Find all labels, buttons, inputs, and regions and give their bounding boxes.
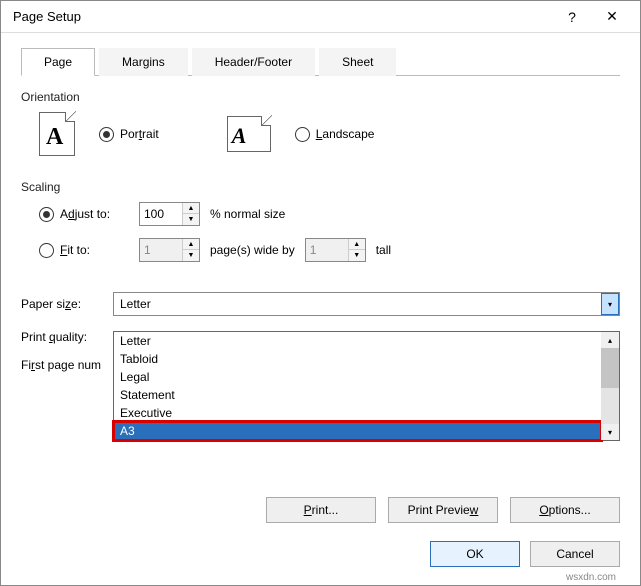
scaling-label: Scaling — [21, 180, 620, 194]
fit-to-radio[interactable]: Fit to: — [39, 243, 129, 258]
print-button[interactable]: Print... — [266, 497, 376, 523]
tab-header-footer[interactable]: Header/Footer — [192, 48, 315, 76]
spinner-buttons[interactable]: ▲▼ — [182, 239, 199, 261]
adjust-to-suffix: % normal size — [210, 207, 285, 221]
chevron-down-icon[interactable]: ▾ — [601, 424, 619, 440]
paper-size-label: Paper size: — [21, 297, 113, 311]
list-item[interactable]: Statement — [114, 386, 601, 404]
cancel-button[interactable]: Cancel — [530, 541, 620, 567]
close-button[interactable]: ✕ — [592, 2, 632, 32]
tab-bar: Page Margins Header/Footer Sheet — [21, 47, 620, 76]
ok-button[interactable]: OK — [430, 541, 520, 567]
orientation-label: Orientation — [21, 90, 620, 104]
print-preview-button[interactable]: Print Preview — [388, 497, 498, 523]
chevron-up-icon[interactable]: ▴ — [601, 332, 619, 348]
portrait-icon: A — [39, 112, 75, 156]
landscape-icon: A — [227, 116, 271, 152]
paper-size-dropdown: Letter Tabloid Legal Statement Executive… — [113, 331, 620, 441]
watermark: wsxdn.com — [566, 572, 616, 583]
chevron-up-icon[interactable]: ▲ — [183, 203, 199, 214]
titlebar: Page Setup ? ✕ — [1, 1, 640, 33]
fit-wide-suffix: page(s) wide by — [210, 243, 295, 257]
chevron-down-icon[interactable]: ▼ — [183, 214, 199, 225]
help-button[interactable]: ? — [552, 2, 592, 32]
list-item-highlighted[interactable]: A3 — [114, 422, 601, 440]
options-button[interactable]: Options... — [510, 497, 620, 523]
tab-sheet[interactable]: Sheet — [319, 48, 396, 76]
radio-circle-icon — [39, 207, 54, 222]
paper-size-value: Letter — [114, 297, 601, 311]
page-setup-dialog: Page Setup ? ✕ Page Margins Header/Foote… — [0, 0, 641, 586]
chevron-down-icon[interactable]: ▼ — [349, 250, 365, 261]
paper-size-combo[interactable]: Letter ▾ — [113, 292, 620, 316]
scrollbar-thumb[interactable] — [601, 348, 619, 388]
radio-circle-icon — [99, 127, 114, 142]
print-quality-label: Print quality: — [21, 330, 113, 344]
fit-tall-suffix: tall — [376, 243, 391, 257]
tab-margins[interactable]: Margins — [99, 48, 188, 76]
chevron-down-icon[interactable]: ▼ — [183, 250, 199, 261]
adjust-to-radio[interactable]: Adjust to: — [39, 207, 129, 222]
tab-page[interactable]: Page — [21, 48, 95, 76]
fit-wide-spinner[interactable]: ▲▼ — [139, 238, 200, 262]
spinner-buttons[interactable]: ▲▼ — [348, 239, 365, 261]
chevron-up-icon[interactable]: ▲ — [183, 239, 199, 250]
scrollbar[interactable]: ▴ ▾ — [601, 332, 619, 440]
portrait-radio[interactable]: Portrait — [99, 127, 159, 142]
list-item[interactable]: Letter — [114, 332, 601, 350]
list-item[interactable]: Legal — [114, 368, 601, 386]
adjust-to-spinner[interactable]: ▲▼ — [139, 202, 200, 226]
fit-tall-spinner[interactable]: ▲▼ — [305, 238, 366, 262]
fit-wide-input — [140, 239, 182, 261]
list-item[interactable]: Tabloid — [114, 350, 601, 368]
radio-circle-icon — [39, 243, 54, 258]
spinner-buttons[interactable]: ▲▼ — [182, 203, 199, 225]
fit-tall-input — [306, 239, 348, 261]
list-item[interactable]: Executive — [114, 404, 601, 422]
landscape-radio[interactable]: Landscape — [295, 127, 375, 142]
adjust-to-input[interactable] — [140, 203, 182, 225]
chevron-down-icon[interactable]: ▾ — [601, 293, 619, 315]
scrollbar-track[interactable] — [601, 348, 619, 424]
radio-circle-icon — [295, 127, 310, 142]
dialog-title: Page Setup — [13, 9, 552, 24]
chevron-up-icon[interactable]: ▲ — [349, 239, 365, 250]
